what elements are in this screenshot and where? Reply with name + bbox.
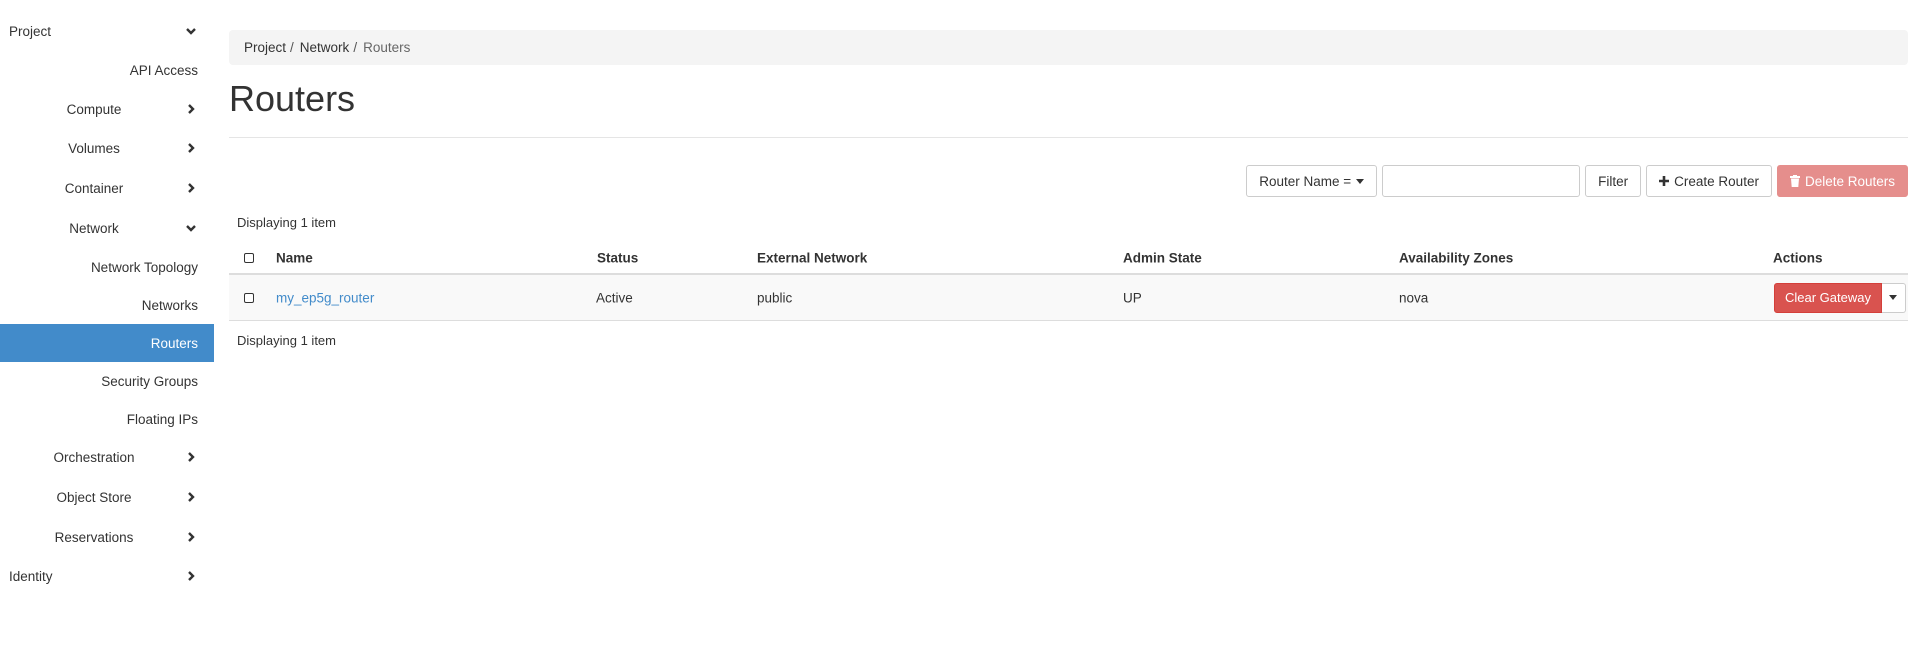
filter-field-label: Router Name = xyxy=(1259,173,1352,189)
column-header-name[interactable]: Name xyxy=(276,250,313,265)
sidebar-item-label: API Access xyxy=(129,62,198,78)
sidebar-item-network[interactable]: Network xyxy=(0,209,214,247)
sidebar-item-security-groups[interactable]: Security Groups xyxy=(0,362,214,400)
display-count-bottom: Displaying 1 item xyxy=(237,333,336,348)
column-header-external-network[interactable]: External Network xyxy=(757,250,867,265)
delete-routers-button[interactable]: Delete Routers xyxy=(1776,165,1908,197)
sidebar-item-label: Security Groups xyxy=(101,373,198,389)
sidebar-item-label: Reservations xyxy=(54,529,134,545)
sidebar-item-container[interactable]: Container xyxy=(0,169,214,207)
caret-down-icon xyxy=(1889,295,1898,300)
row-checkbox[interactable] xyxy=(244,292,254,303)
sidebar-item-label: Networks xyxy=(141,297,198,313)
page-title: Routers xyxy=(229,78,356,119)
breadcrumb-network[interactable]: Network xyxy=(300,40,350,55)
breadcrumb-separator: / xyxy=(290,40,294,55)
sidebar-item-label: Project xyxy=(9,23,52,39)
router-external-network: public xyxy=(757,290,793,305)
table-toolbar: Router Name = Filter Create Router Delet… xyxy=(1246,165,1908,197)
sidebar: Project API Access Compute Volumes Conta… xyxy=(0,0,214,646)
chevron-right-icon xyxy=(184,450,198,464)
sidebar-item-network-topology[interactable]: Network Topology xyxy=(0,248,214,286)
sidebar-item-label: Object Store xyxy=(56,489,132,505)
filter-field-dropdown[interactable]: Router Name = xyxy=(1246,165,1378,197)
sidebar-item-reservations[interactable]: Reservations xyxy=(0,518,214,556)
router-availability-zones: nova xyxy=(1399,290,1429,305)
select-all-checkbox[interactable] xyxy=(244,252,254,263)
chevron-right-icon xyxy=(184,102,198,116)
title-divider xyxy=(229,137,1908,138)
column-header-status[interactable]: Status xyxy=(597,250,638,265)
sidebar-item-label: Network xyxy=(69,220,119,236)
sidebar-item-orchestration[interactable]: Orchestration xyxy=(0,438,214,476)
chevron-down-icon xyxy=(184,221,198,235)
delete-routers-label: Delete Routers xyxy=(1804,173,1895,189)
column-header-availability-zones[interactable]: Availability Zones xyxy=(1399,250,1513,265)
row-actions-dropdown-toggle[interactable] xyxy=(1881,282,1906,313)
router-status: Active xyxy=(596,290,633,305)
create-router-button[interactable]: Create Router xyxy=(1646,165,1772,197)
chevron-right-icon xyxy=(184,569,198,583)
chevron-right-icon xyxy=(184,530,198,544)
breadcrumb-separator: / xyxy=(353,40,358,55)
routers-table: Name Status External Network Admin State… xyxy=(229,242,1908,321)
trash-icon xyxy=(1789,175,1800,187)
breadcrumb: Project / Network / Routers xyxy=(229,30,1908,65)
display-count-top: Displaying 1 item xyxy=(237,215,336,230)
breadcrumb-project[interactable]: Project xyxy=(244,40,286,55)
sidebar-item-label: Container xyxy=(64,180,124,196)
caret-down-icon xyxy=(1356,178,1365,184)
router-name-link[interactable]: my_ep5g_router xyxy=(276,290,374,305)
filter-input[interactable] xyxy=(1382,165,1581,197)
sidebar-item-routers[interactable]: Routers xyxy=(0,324,214,362)
sidebar-item-label: Floating IPs xyxy=(126,411,198,427)
sidebar-item-label: Routers xyxy=(150,335,198,351)
breadcrumb-routers: Routers xyxy=(363,40,411,55)
table-header: Name Status External Network Admin State… xyxy=(229,242,1908,275)
column-header-admin-state[interactable]: Admin State xyxy=(1123,250,1202,265)
column-header-actions: Actions xyxy=(1773,250,1823,265)
sidebar-item-project[interactable]: Project xyxy=(0,12,214,50)
plus-icon xyxy=(1659,176,1670,186)
sidebar-item-compute[interactable]: Compute xyxy=(0,90,214,128)
sidebar-item-networks[interactable]: Networks xyxy=(0,286,214,324)
chevron-right-icon xyxy=(184,490,198,504)
chevron-right-icon xyxy=(184,181,198,195)
sidebar-item-api-access[interactable]: API Access xyxy=(0,51,214,89)
create-router-label: Create Router xyxy=(1674,173,1759,189)
sidebar-item-volumes[interactable]: Volumes xyxy=(0,129,214,167)
filter-button[interactable]: Filter xyxy=(1585,165,1642,197)
sidebar-item-label: Orchestration xyxy=(53,449,135,465)
sidebar-item-label: Network Topology xyxy=(90,259,198,275)
router-admin-state: UP xyxy=(1123,290,1142,305)
sidebar-item-floating-ips[interactable]: Floating IPs xyxy=(0,400,214,438)
sidebar-item-label: Volumes xyxy=(68,140,120,156)
chevron-right-icon xyxy=(184,141,198,155)
row-actions: Clear Gateway xyxy=(1774,282,1906,313)
table-row: my_ep5g_router Active public UP nova Cle… xyxy=(229,275,1908,321)
sidebar-item-object-store[interactable]: Object Store xyxy=(0,478,214,516)
sidebar-item-label: Compute xyxy=(66,101,122,117)
sidebar-item-label: Identity xyxy=(9,568,53,584)
chevron-down-icon xyxy=(184,24,198,38)
sidebar-item-identity[interactable]: Identity xyxy=(0,557,214,595)
clear-gateway-button[interactable]: Clear Gateway xyxy=(1774,282,1882,313)
